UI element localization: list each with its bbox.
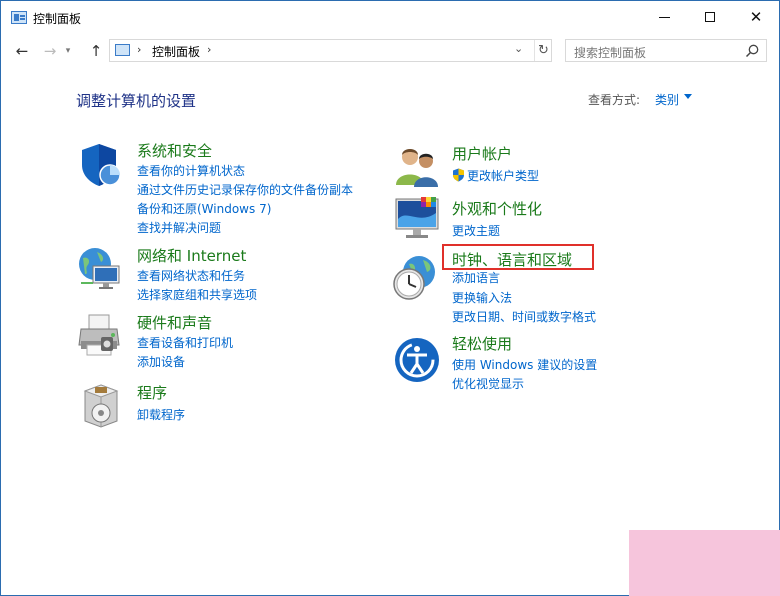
appearance-monitor-icon[interactable]: [393, 195, 441, 243]
maximize-button[interactable]: [687, 1, 733, 33]
pink-overlay: [629, 530, 780, 596]
link-homegroup[interactable]: 选择家庭组和共享选项: [137, 286, 257, 303]
link-troubleshoot[interactable]: 查找并解决问题: [137, 219, 221, 236]
close-icon: ✕: [749, 8, 763, 26]
printer-icon[interactable]: [75, 311, 123, 359]
back-button[interactable]: ←: [10, 39, 34, 63]
title-bar: 控制面板 ✕: [1, 1, 779, 35]
control-panel-icon: [115, 44, 130, 56]
breadcrumb-control-panel[interactable]: 控制面板: [152, 43, 200, 60]
control-panel-window: 控制面板 ✕ ← → ▾ ↑ › 控制面板 › ⌄ ↻ 搜索控制面板 调整计算机…: [0, 0, 780, 596]
category-system-security[interactable]: 系统和安全: [137, 140, 212, 161]
uac-shield-icon: [453, 168, 464, 182]
search-icon[interactable]: [744, 43, 760, 59]
refresh-icon[interactable]: ↻: [534, 40, 552, 61]
arrow-up-icon: ↑: [89, 42, 103, 60]
user-accounts-icon[interactable]: [393, 143, 441, 191]
category-ease-of-access[interactable]: 轻松使用: [452, 333, 512, 354]
dropdown-arrow-icon[interactable]: [684, 94, 692, 99]
breadcrumb-chevron-icon[interactable]: ›: [137, 43, 141, 56]
control-panel-icon: [11, 11, 27, 24]
link-file-history-backup[interactable]: 通过文件历史记录保存你的文件备份副本: [137, 181, 353, 198]
security-shield-icon[interactable]: [77, 141, 125, 189]
link-add-device[interactable]: 添加设备: [137, 353, 185, 370]
chevron-down-icon: ▾: [65, 46, 71, 56]
close-button[interactable]: ✕: [733, 1, 779, 33]
window-title: 控制面板: [33, 12, 82, 26]
up-button[interactable]: ↑: [84, 39, 108, 63]
link-change-account-type[interactable]: 更改帐户类型: [452, 167, 539, 184]
link-add-language[interactable]: 添加语言: [452, 269, 500, 286]
forward-button[interactable]: →: [38, 39, 62, 63]
ease-of-access-icon[interactable]: [393, 336, 441, 384]
view-by-label: 查看方式:: [588, 93, 641, 107]
chevron-down-icon[interactable]: ⌄: [514, 42, 523, 55]
arrow-left-icon: ←: [15, 42, 29, 60]
search-input[interactable]: 搜索控制面板: [565, 39, 767, 62]
link-view-computer-status[interactable]: 查看你的计算机状态: [137, 162, 245, 179]
maximize-icon: [705, 12, 715, 22]
link-network-status[interactable]: 查看网络状态和任务: [137, 267, 245, 284]
link-optimize-visual-display[interactable]: 优化视觉显示: [452, 375, 524, 392]
page-title: 调整计算机的设置: [76, 92, 197, 110]
link-change-account-type-label[interactable]: 更改帐户类型: [467, 169, 539, 183]
address-bar[interactable]: › 控制面板 › ⌄ ↻: [109, 39, 552, 62]
category-hardware-sound[interactable]: 硬件和声音: [137, 312, 212, 333]
arrow-right-icon: →: [43, 42, 57, 60]
link-backup-restore[interactable]: 备份和还原(Windows 7): [137, 200, 271, 217]
breadcrumb-chevron-icon[interactable]: ›: [207, 43, 211, 56]
category-user-accounts[interactable]: 用户帐户: [452, 143, 512, 164]
link-change-input-method[interactable]: 更换输入法: [452, 289, 512, 306]
link-uninstall-program[interactable]: 卸载程序: [137, 406, 185, 423]
category-programs[interactable]: 程序: [137, 382, 167, 403]
link-change-theme[interactable]: 更改主题: [452, 222, 500, 239]
programs-icon[interactable]: [77, 381, 125, 429]
minimize-icon: [658, 16, 670, 18]
network-globe-icon[interactable]: [75, 244, 123, 292]
view-by-dropdown[interactable]: 类别: [655, 91, 679, 108]
search-placeholder: 搜索控制面板: [574, 46, 647, 60]
category-appearance-personalization[interactable]: 外观和个性化: [452, 198, 542, 219]
minimize-button[interactable]: [641, 1, 687, 33]
link-windows-recommended-settings[interactable]: 使用 Windows 建议的设置: [452, 356, 597, 373]
link-change-date-time-format[interactable]: 更改日期、时间或数字格式: [452, 308, 596, 325]
clock-globe-icon[interactable]: [391, 254, 439, 302]
recent-locations-button[interactable]: ▾: [61, 39, 75, 63]
category-clock-language-region[interactable]: 时钟、语言和区域: [452, 249, 572, 270]
category-network-internet[interactable]: 网络和 Internet: [137, 245, 246, 266]
link-devices-printers[interactable]: 查看设备和打印机: [137, 334, 233, 351]
